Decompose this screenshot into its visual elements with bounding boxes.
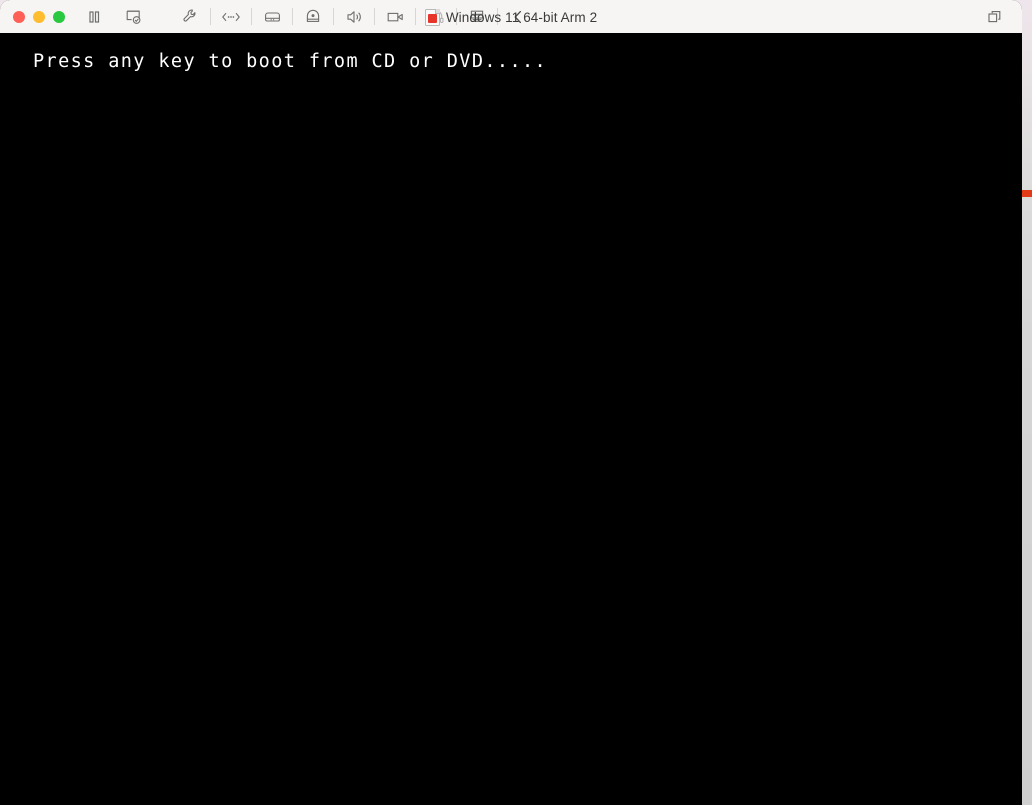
boot-prompt-text: Press any key to boot from CD or DVD....… bbox=[33, 51, 548, 72]
windows-overlap-icon bbox=[987, 9, 1004, 25]
minimize-window-button[interactable] bbox=[33, 10, 45, 23]
collapse-button[interactable] bbox=[503, 4, 533, 30]
toolbar-separator bbox=[456, 8, 457, 25]
pause-icon bbox=[86, 9, 102, 25]
toolbar-separator bbox=[251, 8, 252, 25]
stack-icon bbox=[469, 9, 485, 24]
network-icon bbox=[221, 10, 241, 24]
titlebar-right-controls bbox=[980, 4, 1010, 30]
toolbar-separator bbox=[497, 8, 498, 25]
toolbar-separator bbox=[210, 8, 211, 25]
camera-button[interactable] bbox=[298, 4, 328, 30]
toolbar-separator bbox=[374, 8, 375, 25]
vm-toolbar bbox=[79, 4, 533, 30]
toolbar-separator bbox=[292, 8, 293, 25]
hard-disk-icon bbox=[263, 10, 282, 24]
settings-button[interactable] bbox=[175, 4, 205, 30]
chevron-left-icon bbox=[511, 9, 525, 25]
speaker-icon bbox=[345, 9, 363, 25]
bottom-partial-text: _____ ___ __ _ __ _ ___ __ _ ___ __ _ _ … bbox=[318, 799, 621, 805]
snapshot-icon bbox=[126, 9, 143, 25]
headphones-button[interactable] bbox=[421, 4, 451, 30]
vm-guest-screen[interactable]: Press any key to boot from CD or DVD....… bbox=[0, 34, 1022, 805]
snapshot-button[interactable] bbox=[119, 4, 149, 30]
sound-button[interactable] bbox=[339, 4, 369, 30]
view-mode-button[interactable] bbox=[980, 4, 1010, 30]
shared-folders-button[interactable] bbox=[462, 4, 492, 30]
wrench-icon bbox=[182, 8, 199, 25]
vm-window: Windows 11 64-bit Arm 2 Press any key to… bbox=[0, 0, 1022, 805]
close-window-button[interactable] bbox=[13, 10, 25, 23]
maximize-window-button[interactable] bbox=[53, 10, 65, 23]
headphones-icon bbox=[427, 9, 445, 24]
window-titlebar[interactable]: Windows 11 64-bit Arm 2 bbox=[0, 0, 1022, 34]
traffic-light-group bbox=[13, 10, 65, 23]
network-button[interactable] bbox=[216, 4, 246, 30]
toolbar-separator bbox=[333, 8, 334, 25]
backdrop-red-artifact-right bbox=[1022, 190, 1032, 197]
pause-button[interactable] bbox=[79, 4, 109, 30]
video-camera-icon bbox=[386, 10, 405, 24]
toolbar-separator bbox=[415, 8, 416, 25]
camera-icon bbox=[304, 9, 322, 24]
hard-disk-button[interactable] bbox=[257, 4, 287, 30]
video-button[interactable] bbox=[380, 4, 410, 30]
